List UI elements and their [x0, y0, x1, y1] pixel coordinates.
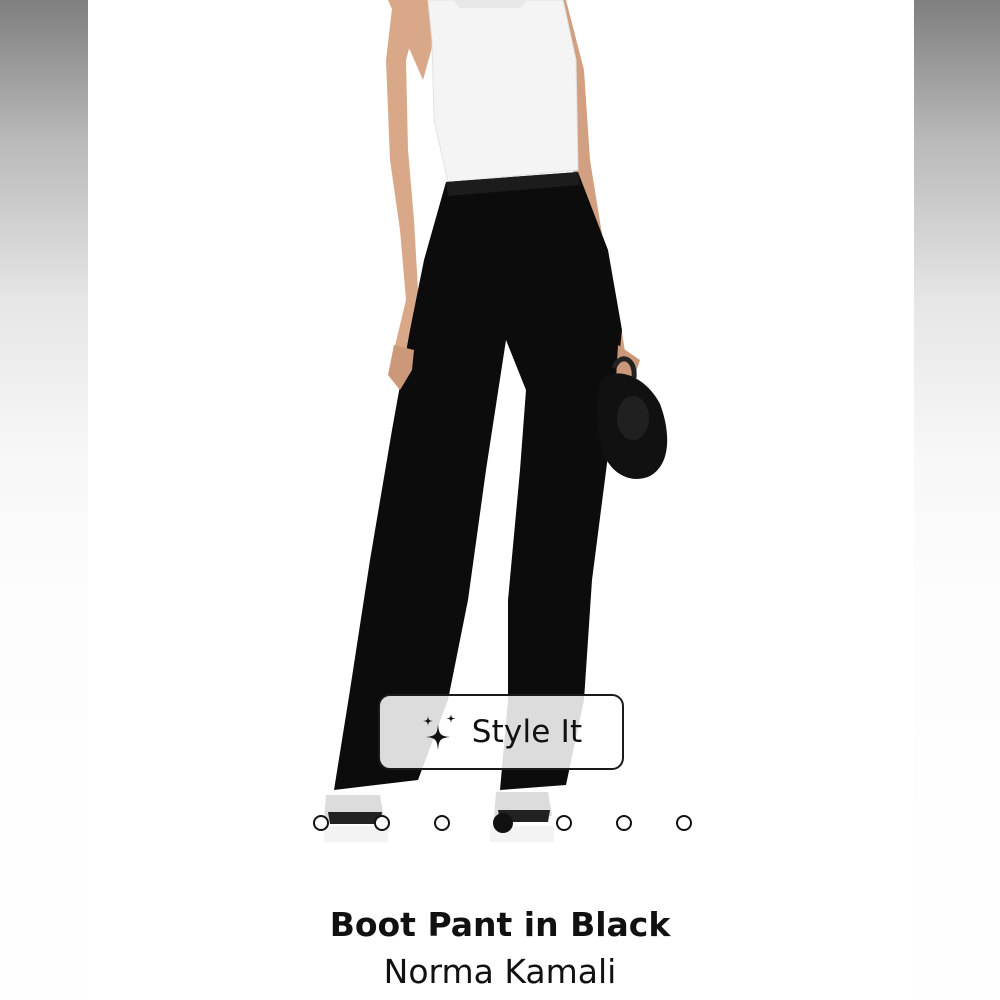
product-title: Boot Pant in Black: [329, 905, 671, 944]
carousel-dot-1[interactable]: [313, 815, 329, 831]
style-it-button[interactable]: Style It: [378, 694, 624, 770]
product-stage: [88, 0, 914, 1000]
carousel-dot-7[interactable]: [676, 815, 692, 831]
carousel-dot-3[interactable]: [434, 815, 450, 831]
carousel-dot-2[interactable]: [374, 815, 390, 831]
handbag-shine: [617, 396, 649, 440]
carousel-dot-5[interactable]: [556, 815, 572, 831]
white-top: [427, 0, 579, 183]
left-backdrop: [0, 0, 88, 1000]
carousel-indicators: [0, 813, 1000, 837]
collar: [453, 0, 528, 8]
carousel-dot-6[interactable]: [616, 815, 632, 831]
sparkle-icon: [422, 714, 456, 750]
style-it-label: Style It: [471, 714, 583, 750]
carousel-dot-4-active[interactable]: [493, 813, 513, 833]
right-backdrop: [914, 0, 1000, 1000]
product-brand[interactable]: Norma Kamali: [0, 952, 1000, 991]
